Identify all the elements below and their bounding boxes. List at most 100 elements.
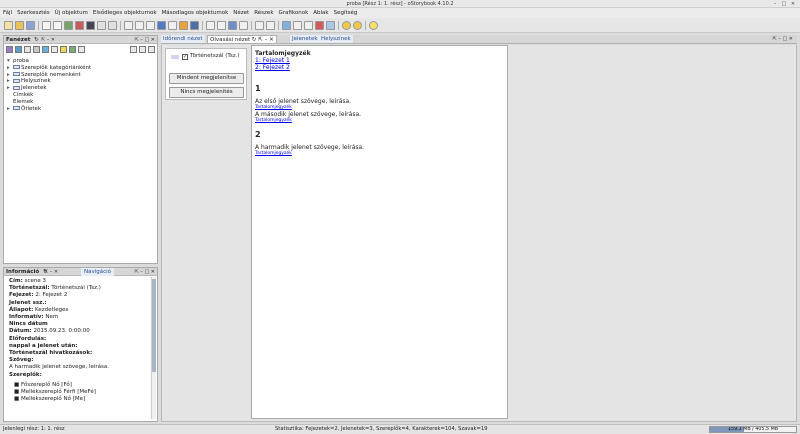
- strand-icon[interactable]: [266, 21, 275, 30]
- menu-parts[interactable]: Részek: [254, 10, 273, 16]
- table-icon[interactable]: [206, 21, 215, 30]
- tree-item-characters-by-category[interactable]: ▸ Szereplők kategóriánként: [7, 65, 91, 72]
- info-row: Dátum: 2015.09.23. 0:00:00: [9, 328, 90, 335]
- globe-icon[interactable]: [190, 21, 199, 30]
- delete-icon[interactable]: [315, 21, 324, 30]
- info-row: Fejezet: 2: Fejezet 2: [9, 292, 68, 299]
- toc-link-chapter-2[interactable]: 2: Fejezet 2: [255, 64, 504, 71]
- scene-filter-icon[interactable]: [24, 46, 31, 53]
- tag-filter-icon[interactable]: [33, 46, 40, 53]
- menu-new-object[interactable]: Új objektum: [55, 10, 88, 16]
- toolbar-separator: [38, 21, 39, 30]
- menu-secondary-objects[interactable]: Másodlagos objektumok: [162, 10, 229, 16]
- close-icon[interactable]: ✕: [790, 1, 796, 7]
- undo-icon[interactable]: [342, 21, 351, 30]
- tree-item-scenes[interactable]: ▸ Jelenetek: [7, 85, 91, 92]
- toolbar-separator: [338, 21, 339, 30]
- panel-window-controls-icon[interactable]: ⇱ – □ ✕: [773, 35, 793, 43]
- maximize-icon[interactable]: □: [781, 1, 787, 7]
- show-none-button[interactable]: Nincs megjelenítés: [169, 87, 244, 98]
- character-icon[interactable]: [64, 21, 73, 30]
- item-icon[interactable]: [108, 21, 117, 30]
- memoria-icon[interactable]: [168, 21, 177, 30]
- document-icon[interactable]: [42, 21, 51, 30]
- tab-scenes[interactable]: Jelenetek: [290, 35, 320, 43]
- menu-file[interactable]: Fájl: [3, 10, 12, 16]
- info-icon[interactable]: [179, 21, 188, 30]
- search-icon[interactable]: [304, 21, 313, 30]
- panel-controls-icon[interactable]: ⇱ – ✕: [41, 36, 55, 44]
- tab-locations[interactable]: Helyszínek: [319, 35, 353, 43]
- location-filter-icon[interactable]: [15, 46, 22, 53]
- menu-edit[interactable]: Szerkesztés: [17, 10, 50, 16]
- panel-window-controls-icon[interactable]: ⇱ – □ ✕: [135, 268, 155, 276]
- info-row: A harmadik jelenet szövege, leírása.: [9, 364, 109, 371]
- chapter-filter-icon[interactable]: [78, 46, 85, 53]
- location-icon[interactable]: [75, 21, 84, 30]
- character-filter-icon[interactable]: [6, 46, 13, 53]
- back-to-toc-link[interactable]: Tartalomjegyzék: [255, 151, 504, 157]
- tag-icon[interactable]: [97, 21, 106, 30]
- chronology-icon[interactable]: [124, 21, 133, 30]
- idea-bulb-icon[interactable]: [369, 21, 378, 30]
- tree-item-ideas[interactable]: ▸ Ötletek: [7, 106, 91, 113]
- open-folder-icon[interactable]: [15, 21, 24, 30]
- tree-item-locations[interactable]: ▸ Helyszínek: [7, 78, 91, 85]
- list-icon[interactable]: [217, 21, 226, 30]
- minimize-icon[interactable]: –: [772, 1, 778, 7]
- chart-icon[interactable]: [228, 21, 237, 30]
- menu-window[interactable]: Ablak: [313, 10, 328, 16]
- part-filter-icon[interactable]: [69, 46, 76, 53]
- window-titlebar: proba [Rész 1: 1. rész] - oStorybook 4.1…: [0, 0, 800, 8]
- character-list: ■ Főszereplő Nő [Fő] ■ Mellékszereplő Fé…: [9, 382, 155, 404]
- toolbar-separator: [120, 21, 121, 30]
- toc-link-chapter-1[interactable]: 1: Fejezet 1: [255, 57, 504, 64]
- panel-controls-icon[interactable]: ⇱ – ✕: [44, 268, 58, 276]
- show-all-button[interactable]: Mindent megjelenítse: [169, 73, 244, 84]
- grid-icon[interactable]: [239, 21, 248, 30]
- scrollbar-thumb[interactable]: [152, 279, 156, 372]
- tab-reading-view[interactable]: Olvasási nézet ↻ ⇱ – ✕: [207, 35, 277, 43]
- scene-text: A harmadik jelenet szövege, leírása.: [255, 144, 365, 151]
- menu-charts[interactable]: Grafikonok: [279, 10, 309, 16]
- tree-item-root[interactable]: ▾ proba: [7, 58, 91, 65]
- memory-usage-bar[interactable]: 159,1 MB / 405,5 MB: [709, 426, 797, 433]
- scene-icon[interactable]: [86, 21, 95, 30]
- item-filter-icon[interactable]: [42, 46, 49, 53]
- project-tree: ▾ proba ▸ Szereplők kategóriánként ▸ Szerep…: [7, 58, 91, 112]
- menu-help[interactable]: Segítség: [334, 10, 358, 16]
- menu-view[interactable]: Nézet: [233, 10, 249, 16]
- link-icon[interactable]: [255, 21, 264, 30]
- export-icon[interactable]: [282, 21, 291, 30]
- info-row: Szereplők:: [9, 371, 42, 378]
- new-file-icon[interactable]: [4, 21, 13, 30]
- redo-icon[interactable]: [353, 21, 362, 30]
- tab-controls-icon[interactable]: ↻ ⇱ – ✕: [252, 37, 274, 43]
- save-icon[interactable]: [26, 21, 35, 30]
- tab-navigation[interactable]: Navigáció: [81, 268, 115, 276]
- toolbar-separator: [251, 21, 252, 30]
- scene-text: A második jelenet szövege, leírása.: [255, 111, 362, 118]
- page-icon[interactable]: [53, 21, 62, 30]
- menu-primary-objects[interactable]: Elsődleges objektumok: [93, 10, 157, 16]
- folder-icon: [13, 65, 20, 70]
- strand-filter-icon[interactable]: [51, 46, 58, 53]
- scene-info: Cím: scene 3 Történetszál: Történetszál …: [9, 278, 155, 403]
- expand-all-icon[interactable]: [130, 46, 137, 53]
- chapter-heading: 2: [255, 130, 261, 139]
- book-view-icon[interactable]: [135, 21, 144, 30]
- refresh-icon[interactable]: ↻: [34, 37, 39, 43]
- refresh-icon[interactable]: [326, 21, 335, 30]
- panel-window-controls-icon[interactable]: ⇱ – □ ✕: [135, 36, 155, 44]
- tree-options-icon[interactable]: [148, 46, 155, 53]
- idea-filter-icon[interactable]: [60, 46, 67, 53]
- tab-chronology[interactable]: Időrendi nézet: [161, 35, 205, 43]
- reading-view-icon[interactable]: [157, 21, 166, 30]
- info-scrollbar[interactable]: [151, 277, 156, 419]
- print-icon[interactable]: [293, 21, 302, 30]
- tree-item-items[interactable]: Elemek: [7, 99, 91, 106]
- manage-icon[interactable]: [146, 21, 155, 30]
- collapse-all-icon[interactable]: [139, 46, 146, 53]
- tree-item-tags[interactable]: Címkék: [7, 92, 91, 99]
- strand-checkbox[interactable]: ✓: [182, 54, 188, 60]
